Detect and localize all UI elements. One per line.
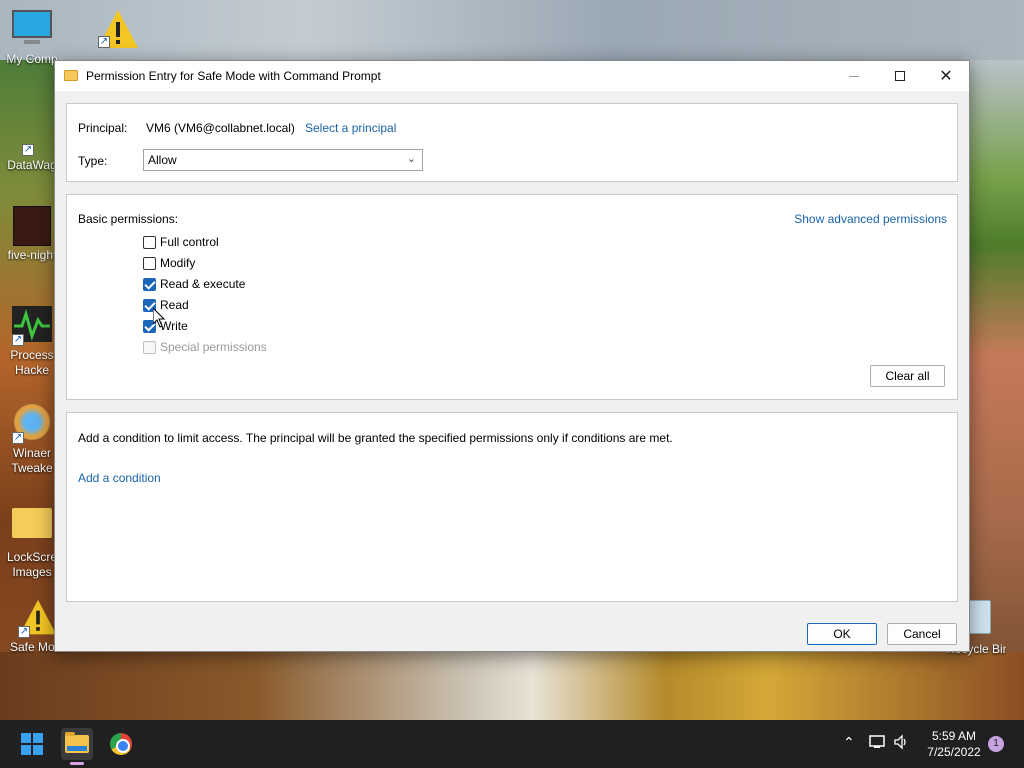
- taskbar-chrome[interactable]: [105, 728, 137, 760]
- permission-label: Read & execute: [160, 277, 246, 291]
- show-advanced-permissions-link[interactable]: Show advanced permissions: [794, 212, 947, 226]
- folder-icon: [10, 508, 54, 548]
- taskbar-file-explorer[interactable]: [61, 728, 93, 760]
- wallpaper-bottom: [0, 652, 1024, 720]
- wallpaper-sky: [0, 0, 1024, 60]
- condition-panel: Add a condition to limit access. The pri…: [66, 412, 958, 602]
- desktop-icon-label: five-night: [7, 248, 57, 262]
- permission-label: Special permissions: [160, 340, 267, 354]
- checkbox[interactable]: [143, 235, 156, 249]
- principal-value: VM6 (VM6@collabnet.local): [146, 121, 295, 135]
- permission-entry-dialog: Permission Entry for Safe Mode with Comm…: [54, 60, 970, 652]
- shortcut-arrow-icon: ↗: [12, 432, 24, 444]
- permission-full-control[interactable]: Full control: [143, 233, 219, 251]
- ok-button[interactable]: OK: [807, 623, 877, 645]
- windows-logo-icon: [21, 733, 43, 755]
- shortcut-arrow-icon: ↗: [12, 334, 24, 346]
- type-select-value: Allow: [148, 153, 177, 167]
- permission-label: Full control: [160, 235, 219, 249]
- desktop-icon-datawag[interactable]: ↗ DataWag: [4, 138, 60, 173]
- permission-write[interactable]: Write: [143, 317, 188, 335]
- shortcut-arrow-icon: ↗: [18, 626, 30, 638]
- permission-read-execute[interactable]: Read & execute: [143, 275, 245, 293]
- minimize-button[interactable]: [831, 61, 877, 91]
- warning-icon: ↗: [96, 8, 140, 48]
- mouse-pointer-icon: [152, 306, 166, 331]
- start-button[interactable]: [16, 728, 48, 760]
- desktop-icon-my-computer[interactable]: My Comp: [4, 10, 60, 67]
- checkbox-checked[interactable]: [143, 277, 156, 291]
- principal-label: Principal:: [78, 121, 128, 135]
- shortcut-arrow-icon: ↗: [22, 144, 34, 156]
- desktop-icon-label: My Comp: [6, 52, 58, 66]
- maximize-icon: [895, 71, 905, 81]
- volume-icon[interactable]: [893, 734, 909, 753]
- condition-description: Add a condition to limit access. The pri…: [78, 431, 673, 445]
- desktop-icon-warning[interactable]: ↗: [90, 8, 146, 50]
- winaero-icon: ↗: [10, 404, 54, 444]
- basic-permissions-panel: Basic permissions: Show advanced permiss…: [66, 194, 958, 400]
- network-icon[interactable]: [869, 734, 887, 753]
- game-icon: [10, 206, 54, 246]
- close-icon: ✕: [939, 68, 953, 85]
- type-select[interactable]: Allow ⌄: [143, 149, 423, 171]
- chevron-down-icon: ⌄: [406, 153, 416, 165]
- shortcut-arrow-icon: ↗: [98, 36, 110, 48]
- chrome-icon: [110, 733, 132, 755]
- process-hacker-icon: ↗: [10, 306, 54, 346]
- close-button[interactable]: ✕: [923, 61, 969, 91]
- clock-time: 5:59 AM: [931, 729, 977, 743]
- principal-panel: Principal: VM6 (VM6@collabnet.local) Sel…: [66, 103, 958, 182]
- cancel-button[interactable]: Cancel: [887, 623, 957, 645]
- desktop-icon-label: Winaer Tweake: [11, 446, 53, 475]
- add-condition-link[interactable]: Add a condition: [78, 471, 161, 485]
- chevron-up-icon[interactable]: ⌃: [843, 734, 855, 751]
- taskbar: ⌃ 5:59 AM 7/25/2022 1: [0, 720, 1024, 768]
- permission-modify[interactable]: Modify: [143, 254, 195, 272]
- desktop-icon-label: LockScre Images: [6, 550, 58, 579]
- folder-icon: [64, 69, 78, 81]
- clock-date: 7/25/2022: [927, 745, 981, 759]
- maximize-button[interactable]: [877, 61, 923, 91]
- notification-badge[interactable]: 1: [988, 736, 1004, 752]
- basic-permissions-heading: Basic permissions:: [78, 212, 179, 226]
- desktop-icon-label: DataWag: [7, 158, 57, 172]
- permission-label: Modify: [160, 256, 196, 270]
- desktop-icon-process-hacker[interactable]: ↗ Process Hacke: [4, 306, 60, 378]
- desktop-icon-winaero[interactable]: ↗ Winaer Tweake: [4, 404, 60, 476]
- desktop-icon-five-nights[interactable]: five-night: [4, 206, 60, 263]
- active-indicator: [70, 762, 84, 765]
- app-icon: ↗: [10, 138, 54, 156]
- window-title: Permission Entry for Safe Mode with Comm…: [86, 69, 381, 83]
- desktop-icon-label: Process Hacke: [10, 348, 54, 377]
- desktop-icon-lockscreen[interactable]: LockScre Images: [4, 504, 60, 580]
- minimize-icon: [849, 75, 859, 77]
- permission-special: Special permissions: [143, 338, 267, 356]
- checkbox[interactable]: [143, 256, 156, 270]
- title-bar[interactable]: Permission Entry for Safe Mode with Comm…: [55, 61, 969, 91]
- file-explorer-icon: [65, 732, 89, 753]
- clock[interactable]: 5:59 AM 7/25/2022: [918, 728, 990, 760]
- checkbox-disabled: [143, 340, 156, 354]
- clear-all-button[interactable]: Clear all: [870, 365, 945, 387]
- select-principal-link[interactable]: Select a principal: [305, 121, 396, 135]
- permission-read[interactable]: Read: [143, 296, 189, 314]
- monitor-icon: [10, 10, 54, 50]
- type-label: Type:: [78, 154, 108, 168]
